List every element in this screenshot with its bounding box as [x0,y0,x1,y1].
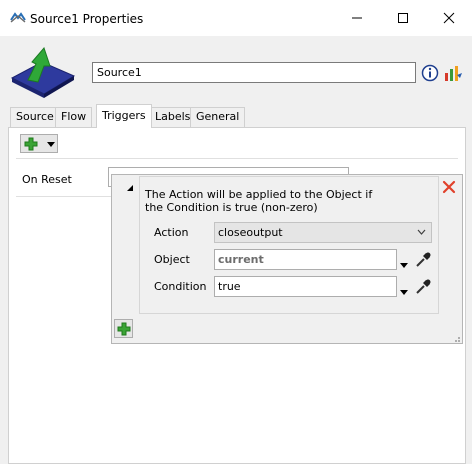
tab-general[interactable]: General [190,107,246,127]
condition-dropdown-arrow-icon[interactable] [400,285,408,298]
condition-field[interactable]: true [214,276,397,297]
add-action-button[interactable] [114,319,133,338]
object-label: Object [154,253,190,266]
minimize-button[interactable] [334,0,380,36]
object-name-input[interactable]: Source1 [92,62,416,83]
chevron-down-icon [417,229,426,235]
tab-flow[interactable]: Flow [55,107,93,127]
tab-triggers[interactable]: Triggers [96,104,152,128]
dropdown-arrow-icon [47,142,55,147]
source-object-icon [8,42,78,100]
on-reset-label: On Reset [22,173,72,186]
divider [16,158,458,159]
properties-icon[interactable] [443,63,463,83]
condition-label: Condition [154,280,207,293]
action-value: closeoutput [218,226,283,239]
collapse-triangle-icon[interactable] [126,182,134,195]
eyedropper-icon[interactable] [414,278,432,299]
close-icon[interactable] [441,179,457,195]
object-dropdown-arrow-icon[interactable] [400,258,408,271]
maximize-button[interactable] [380,0,426,36]
app-logo-icon [10,11,26,23]
plus-icon [24,137,38,151]
resize-grip-icon[interactable] [451,333,461,346]
object-field[interactable]: current [214,249,397,270]
eyedropper-icon[interactable] [414,251,432,272]
plus-icon [117,322,131,336]
add-trigger-button[interactable] [20,134,58,153]
action-select[interactable]: closeoutput [214,222,432,243]
close-window-button[interactable] [426,0,472,36]
window-title: Source1 Properties [30,12,144,26]
tab-source[interactable]: Source [10,107,60,127]
action-label: Action [154,226,189,239]
action-description: The Action will be applied to the Object… [145,188,373,214]
info-icon[interactable] [421,64,439,82]
